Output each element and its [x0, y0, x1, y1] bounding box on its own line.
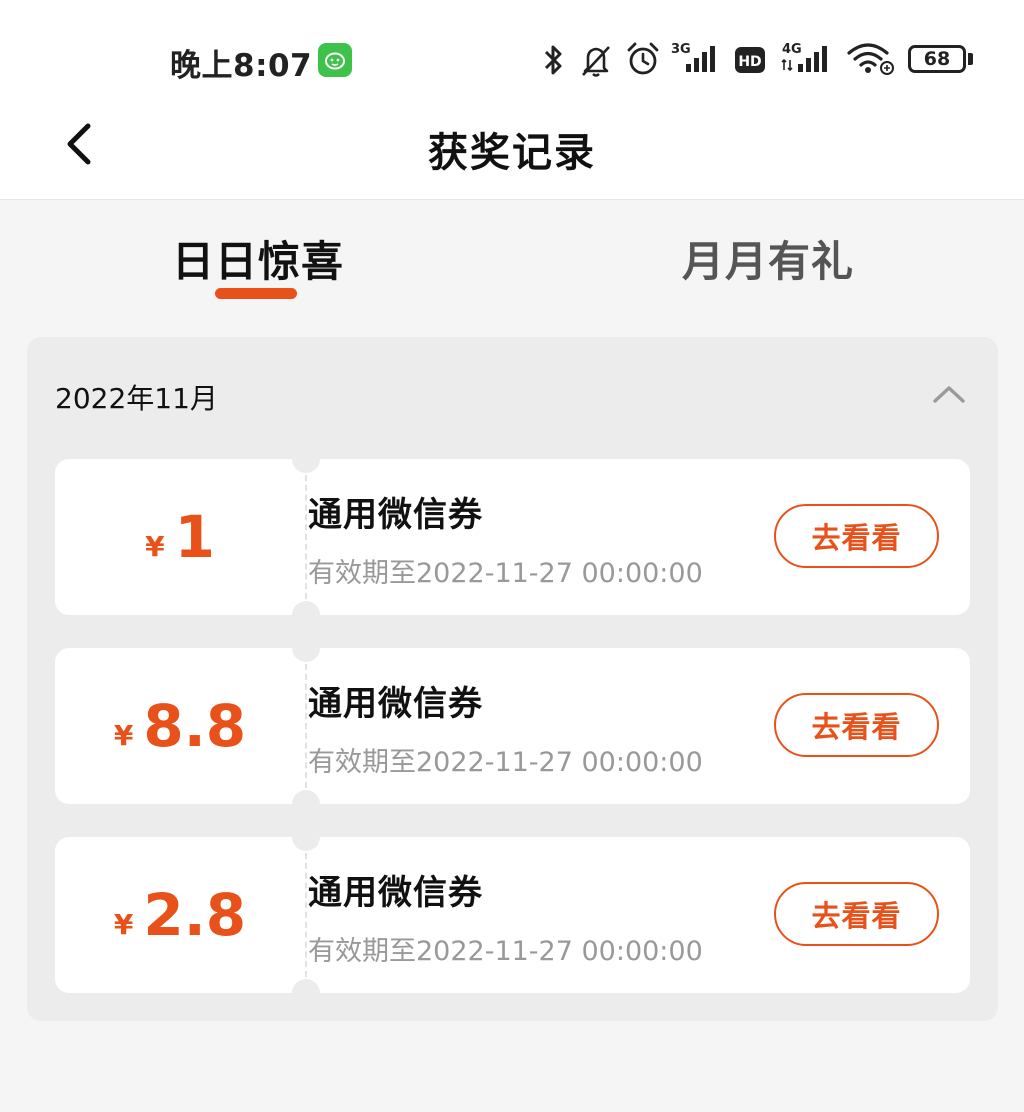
- ticket-divider: [305, 664, 307, 788]
- view-coupon-button[interactable]: 去看看: [774, 504, 939, 568]
- tab-monthly-gift[interactable]: 月月有礼: [682, 228, 854, 289]
- active-tab-indicator: [215, 288, 297, 299]
- tab-daily-surprise[interactable]: 日日惊喜: [172, 228, 344, 289]
- battery-level: 68: [923, 48, 951, 70]
- view-coupon-button[interactable]: 去看看: [774, 693, 939, 757]
- coupon-name: 通用微信券: [308, 873, 483, 913]
- coupon-expiry: 有效期至2022-11-27 00:00:00: [308, 936, 703, 967]
- coupon-name: 通用微信券: [308, 495, 483, 535]
- bell-off-icon: [582, 46, 610, 77]
- nav-bar: 获奖记录: [0, 100, 1024, 200]
- svg-text:4G: 4G: [782, 42, 802, 57]
- battery-tip: [968, 53, 973, 65]
- wechat-app-icon: [318, 43, 352, 77]
- coupon-expiry: 有效期至2022-11-27 00:00:00: [308, 747, 703, 778]
- currency-symbol: ¥: [113, 907, 134, 941]
- signal-3g-icon: 3G: [671, 42, 715, 72]
- battery-icon: 68: [908, 45, 966, 73]
- status-time: 晚上8:07: [170, 48, 313, 84]
- month-group: 2022年11月 ¥ 1 通用微信券 有效期至2022-11-27 00:00:…: [27, 337, 998, 1021]
- alarm-icon: [627, 42, 659, 75]
- page-title: 获奖记录: [428, 130, 596, 176]
- coupon-expiry: 有效期至2022-11-27 00:00:00: [308, 558, 703, 589]
- signal-4g-icon: 4G: [781, 42, 827, 72]
- coupon-amount: ¥ 8.8: [55, 648, 305, 804]
- tab-bar: 日日惊喜 月月有礼: [0, 200, 1024, 320]
- collapse-button[interactable]: [927, 379, 971, 409]
- amount-value: 8.8: [143, 692, 247, 760]
- status-bar: 晚上8:07 3G HD 4G 68: [0, 0, 1024, 100]
- currency-symbol: ¥: [113, 718, 134, 752]
- coupon-card: ¥ 8.8 通用微信券 有效期至2022-11-27 00:00:00 去看看: [55, 634, 970, 818]
- ticket-divider: [305, 475, 307, 599]
- hd-icon: HD: [735, 47, 765, 73]
- bluetooth-icon: [544, 45, 562, 75]
- chevron-up-icon: [933, 386, 965, 403]
- amount-value: 1: [174, 503, 215, 571]
- coupon-card: ¥ 1 通用微信券 有效期至2022-11-27 00:00:00 去看看: [55, 445, 970, 629]
- svg-text:3G: 3G: [671, 42, 691, 57]
- coupon-amount: ¥ 2.8: [55, 837, 305, 993]
- svg-text:HD: HD: [738, 54, 761, 70]
- view-coupon-button[interactable]: 去看看: [774, 882, 939, 946]
- coupon-card: ¥ 2.8 通用微信券 有效期至2022-11-27 00:00:00 去看看: [55, 823, 970, 1007]
- wifi-icon: [847, 43, 894, 75]
- coupon-amount: ¥ 1: [55, 459, 305, 615]
- month-title: 2022年11月: [55, 382, 218, 415]
- currency-symbol: ¥: [145, 529, 165, 563]
- amount-value: 2.8: [143, 881, 247, 949]
- coupon-name: 通用微信券: [308, 684, 483, 724]
- ticket-divider: [305, 853, 307, 977]
